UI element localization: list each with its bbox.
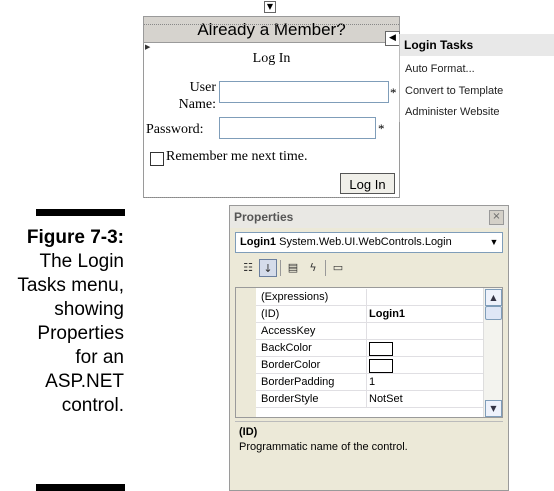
chevron-down-icon[interactable]: ▼: [487, 234, 501, 251]
caption-line: showing: [54, 299, 124, 320]
property-row[interactable]: AccessKey: [256, 323, 485, 340]
column-divider: [366, 289, 367, 305]
property-name: BorderStyle: [261, 393, 319, 405]
caption-bottom-bar: [36, 484, 125, 491]
toolbar-separator: [325, 260, 326, 276]
property-row[interactable]: BackColor: [256, 340, 485, 357]
close-icon[interactable]: ×: [489, 210, 504, 225]
caption-line: for an: [75, 347, 124, 368]
caption-line: control.: [61, 395, 124, 416]
property-row[interactable]: BorderPadding 1: [256, 374, 485, 391]
scroll-up-icon[interactable]: ▲: [485, 289, 502, 306]
password-input[interactable]: [219, 117, 376, 139]
property-name: BackColor: [261, 342, 312, 354]
scroll-down-icon[interactable]: ▼: [485, 400, 502, 417]
property-value: Login1: [369, 306, 405, 322]
property-value: NotSet: [369, 393, 403, 405]
login-tasks-title: Login Tasks: [400, 34, 554, 56]
properties-toolbar: ☷ ↓ ▤ ϟ ▭: [235, 256, 503, 282]
toolbar-separator: [280, 260, 281, 276]
username-label-line1: User: [189, 80, 216, 95]
alphabetical-icon[interactable]: ↓: [259, 259, 277, 277]
username-input[interactable]: [219, 81, 389, 103]
property-name: AccessKey: [261, 325, 316, 337]
properties-title: Properties: [230, 206, 508, 228]
column-divider: [366, 357, 367, 373]
events-icon[interactable]: ϟ: [304, 259, 322, 277]
property-row[interactable]: (ID) Login1: [256, 306, 485, 323]
id-value: Login1: [369, 308, 406, 320]
remember-me-checkbox[interactable]: [150, 152, 164, 166]
description-title: (ID): [239, 426, 258, 438]
property-name: BorderPadding: [261, 376, 335, 388]
caption-top-bar: [36, 209, 125, 216]
property-grid: (Expressions) (ID) Login1 AccessKey Back…: [235, 287, 503, 418]
login-header: Already a Member?: [144, 17, 399, 43]
column-divider: [366, 340, 367, 356]
property-name: BorderColor: [261, 359, 321, 371]
figure-label: Figure 7-3:: [26, 227, 124, 248]
left-marker-icon: ▶: [145, 43, 151, 51]
task-auto-format[interactable]: Auto Format...: [405, 63, 475, 75]
login-control[interactable]: Already a Member? ▶ ◀ Log In User Name: …: [143, 16, 400, 198]
login-title: Log In: [252, 51, 291, 66]
object-selector[interactable]: Login1 System.Web.UI.WebControls.Login ▼: [235, 232, 503, 253]
password-required-marker: *: [378, 121, 385, 136]
property-row[interactable]: (Expressions): [256, 289, 485, 306]
task-convert-to-template[interactable]: Convert to Template: [405, 85, 503, 97]
caption-line: The Login: [39, 251, 124, 272]
password-label: Password:: [146, 122, 204, 137]
property-name: (Expressions): [261, 291, 329, 303]
column-divider: [366, 374, 367, 390]
username-label-line2: Name:: [178, 97, 216, 112]
color-swatch: [369, 342, 393, 357]
figure-caption: Figure 7-3: The Login Tasks menu, showin…: [10, 226, 124, 418]
caption-line: Tasks menu,: [17, 275, 124, 296]
object-type: System.Web.UI.WebControls.Login: [279, 236, 452, 248]
property-row[interactable]: BorderStyle NotSet: [256, 391, 485, 408]
vertical-scrollbar[interactable]: ▲ ▼: [483, 288, 502, 417]
property-row[interactable]: BorderColor: [256, 357, 485, 374]
property-value: 1: [369, 376, 376, 388]
column-divider: [366, 306, 367, 322]
property-name: (ID): [261, 308, 280, 320]
column-divider: [366, 391, 367, 407]
properties-window: Properties × Login1 System.Web.UI.WebCon…: [229, 205, 509, 491]
username-required-marker: *: [390, 85, 397, 100]
categorized-icon[interactable]: ☷: [239, 259, 257, 277]
task-administer-website[interactable]: Administer Website: [405, 106, 500, 118]
login-tasks-panel: Login Tasks Auto Format... Convert to Te…: [399, 34, 554, 122]
selection-border: [144, 197, 399, 198]
smart-tag-arrow-icon[interactable]: ◀: [385, 31, 400, 46]
selection-border: [144, 24, 399, 25]
grid-gutter: [236, 288, 256, 417]
username-label: User Name:: [154, 79, 216, 113]
properties-icon[interactable]: ▤: [284, 259, 302, 277]
description-pane: (ID) Programmatic name of the control.: [235, 421, 503, 488]
smart-tag-top-arrow-icon[interactable]: ▼: [264, 1, 276, 13]
object-name: Login1: [240, 236, 277, 248]
column-divider: [366, 323, 367, 339]
description-text: Programmatic name of the control.: [239, 441, 408, 453]
property-value: [369, 340, 393, 357]
caption-line: Properties: [37, 323, 124, 344]
remember-me-label: Remember me next time.: [166, 149, 308, 164]
login-button[interactable]: Log In: [340, 173, 395, 194]
color-swatch: [369, 359, 393, 374]
property-value: [369, 357, 393, 374]
caption-line: ASP.NET: [45, 371, 124, 392]
property-pages-icon[interactable]: ▭: [329, 259, 347, 277]
scroll-thumb[interactable]: [485, 306, 502, 320]
